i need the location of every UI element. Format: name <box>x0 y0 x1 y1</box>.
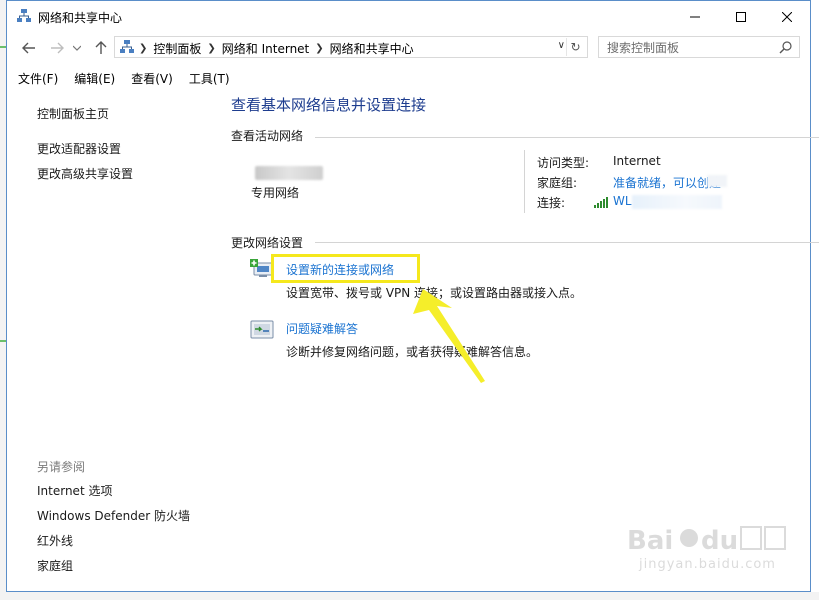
search-box[interactable] <box>598 36 800 58</box>
forward-arrow-icon <box>51 42 64 54</box>
refresh-button[interactable]: ↻ <box>566 38 584 56</box>
change-advanced-sharing-link[interactable]: 更改高级共享设置 <box>37 165 133 182</box>
access-type-label: 访问类型: <box>537 156 590 170</box>
connection-value-link[interactable]: WL <box>613 194 632 208</box>
back-button[interactable] <box>19 38 39 58</box>
setup-new-connection-description: 设置宽带、拨号或 VPN 连接；或设置路由器或接入点。 <box>286 286 583 300</box>
navigation-bar: ❯ 控制面板 ❯ 网络和 Internet ❯ 网络和共享中心 ∨ ↻ <box>7 34 810 62</box>
redaction-blur <box>707 175 727 187</box>
back-arrow-icon <box>22 42 35 54</box>
menu-file[interactable]: 文件(F) <box>18 70 58 87</box>
menu-tools[interactable]: 工具(T) <box>189 70 230 87</box>
troubleshoot-problems-description: 诊断并修复网络问题，或者获得疑难解答信息。 <box>286 345 539 359</box>
search-icon <box>779 41 792 54</box>
up-button[interactable] <box>91 38 111 58</box>
active-networks-heading: 查看活动网络 <box>231 129 304 143</box>
section-divider <box>315 242 819 243</box>
homegroup-link[interactable]: 家庭组 <box>37 557 73 574</box>
control-panel-home-link[interactable]: 控制面板主页 <box>37 105 109 122</box>
menu-view[interactable]: 查看(V) <box>131 70 173 87</box>
troubleshoot-icon <box>250 320 274 339</box>
infrared-link[interactable]: 红外线 <box>37 532 73 549</box>
wifi-signal-icon <box>594 197 608 208</box>
windows-defender-firewall-link[interactable]: Windows Defender 防火墙 <box>37 507 190 524</box>
maximize-icon <box>736 11 746 22</box>
close-button[interactable] <box>764 1 810 32</box>
annotation-highlight-box <box>271 254 420 283</box>
change-adapter-settings-link[interactable]: 更改适配器设置 <box>37 140 121 157</box>
address-bar[interactable]: ❯ 控制面板 ❯ 网络和 Internet ❯ 网络和共享中心 ∨ ↻ <box>114 36 588 58</box>
vertical-divider <box>524 150 525 213</box>
menu-bar: 文件(F) 编辑(E) 查看(V) 工具(T) <box>7 67 810 89</box>
network-center-icon <box>17 9 31 22</box>
breadcrumb-item[interactable]: 网络和共享中心 <box>330 40 414 57</box>
up-arrow-icon <box>95 41 107 54</box>
forward-button[interactable] <box>47 38 67 58</box>
minimize-button[interactable] <box>672 1 718 32</box>
network-name-redacted <box>255 166 323 180</box>
homegroup-label: 家庭组: <box>537 176 578 190</box>
watermark-url: jingyan.baidu.com <box>639 557 776 572</box>
svg-text:du: du <box>701 526 738 556</box>
breadcrumb: ❯ 控制面板 ❯ 网络和 Internet ❯ 网络和共享中心 <box>139 40 414 57</box>
internet-options-link[interactable]: Internet 选项 <box>37 482 112 499</box>
breadcrumb-item[interactable]: 控制面板 <box>153 40 201 57</box>
network-center-icon <box>120 40 134 53</box>
title-bar[interactable]: 网络和共享中心 <box>7 1 810 32</box>
menu-edit[interactable]: 编辑(E) <box>74 70 115 87</box>
baidu-paw-icon: Bai du <box>627 526 786 556</box>
access-type-value: Internet <box>613 154 661 168</box>
minimize-icon <box>690 16 700 17</box>
chevron-right-icon[interactable]: ❯ <box>207 43 215 54</box>
troubleshoot-problems-link[interactable]: 问题疑难解答 <box>286 320 358 337</box>
close-icon <box>782 11 792 22</box>
breadcrumb-item[interactable]: 网络和 Internet <box>222 40 309 57</box>
section-divider <box>315 137 819 138</box>
homegroup-value-link[interactable]: 准备就绪，可以创建 <box>613 174 721 191</box>
maximize-button[interactable] <box>718 1 764 32</box>
window-title: 网络和共享中心 <box>38 11 123 25</box>
network-type-link[interactable]: 专用网络 <box>251 184 299 201</box>
search-input[interactable] <box>605 39 769 57</box>
chevron-right-icon[interactable]: ❯ <box>315 43 323 54</box>
see-also-heading: 另请参阅 <box>37 460 86 474</box>
redaction-blur <box>632 195 722 209</box>
chevron-right-icon[interactable]: ❯ <box>139 43 147 54</box>
svg-text:Bai: Bai <box>627 526 673 556</box>
baidu-watermark-logo: Bai du jingyan.baidu.com <box>619 521 789 583</box>
control-panel-window: 网络和共享中心 ❯ 控制面板 ❯ 网络和 Internet ❯ 网络和共享中心 … <box>6 0 819 592</box>
recent-locations-button[interactable] <box>71 38 83 58</box>
address-dropdown-icon[interactable]: ∨ <box>558 40 565 51</box>
connection-label: 连接: <box>537 196 566 210</box>
change-network-settings-heading: 更改网络设置 <box>231 236 304 250</box>
background-window-strip <box>0 592 819 600</box>
chevron-down-icon <box>73 45 81 51</box>
refresh-icon: ↻ <box>570 40 581 54</box>
page-title: 查看基本网络信息并设置连接 <box>231 96 427 114</box>
